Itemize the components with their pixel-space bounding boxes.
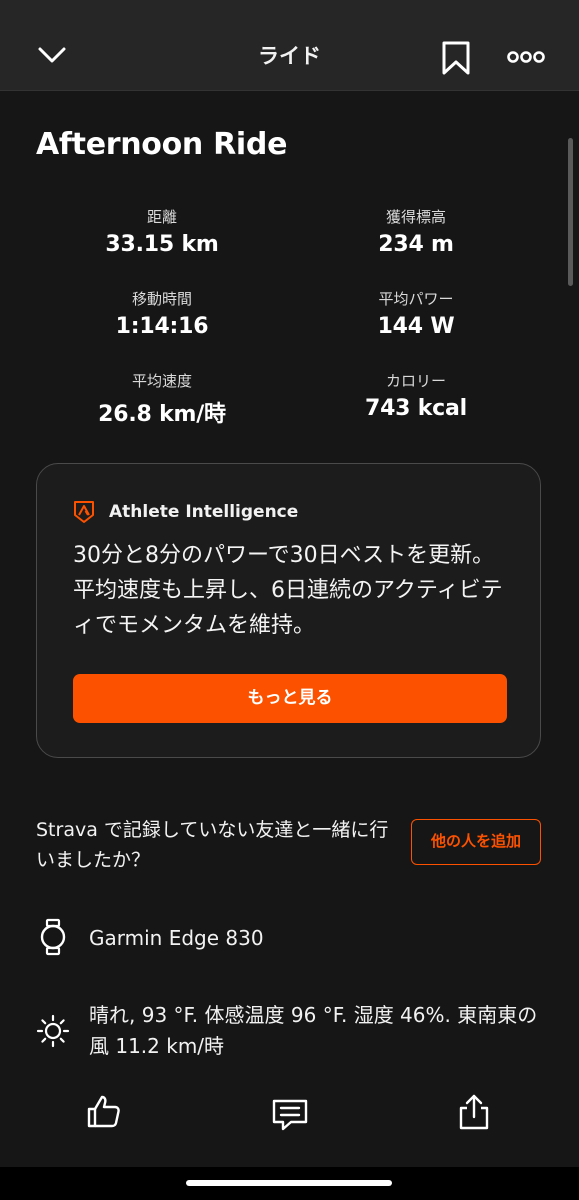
watch-icon <box>40 918 66 956</box>
stat-distance: 距離 33.15 km <box>32 206 292 257</box>
stat-label: 獲得標高 <box>385 208 446 226</box>
device-name: Garmin Edge 830 <box>89 926 264 950</box>
stat-value: 26.8 km/時 <box>98 402 226 427</box>
stat-label: 距離 <box>146 208 177 226</box>
home-indicator <box>0 1167 579 1200</box>
stat-avg-power: 平均パワー 144 W <box>286 288 546 339</box>
page-title: ライド <box>258 44 321 68</box>
stat-value: 33.15 km <box>105 232 219 257</box>
add-others-button[interactable]: 他の人を追加 <box>411 819 541 865</box>
stat-label: 移動時間 <box>131 290 192 308</box>
athlete-intelligence-card: Athlete Intelligence 30分と8分のパワーで30日ベストを更… <box>36 463 541 758</box>
activity-title: Afternoon Ride <box>36 127 288 162</box>
home-indicator-pill[interactable] <box>186 1180 392 1186</box>
athlete-intelligence-summary: 30分と8分のパワーで30日ベストを更新。平均速度も上昇し、6日連続のアクティビ… <box>73 543 503 638</box>
comment-icon[interactable] <box>271 1097 309 1133</box>
device-row: Garmin Edge 830 <box>36 918 536 958</box>
top-bar: ライド <box>0 0 579 91</box>
stat-label: カロリー <box>385 372 446 390</box>
share-icon[interactable] <box>457 1093 491 1131</box>
stat-value: 743 kcal <box>364 396 468 421</box>
stat-elevation: 獲得標高 234 m <box>286 206 546 257</box>
see-more-button[interactable]: もっと見る <box>73 674 507 723</box>
stat-value: 234 m <box>378 232 454 257</box>
scrollbar[interactable] <box>568 138 573 286</box>
stat-value: 144 W <box>377 314 455 339</box>
more-horizontal-icon[interactable] <box>507 49 545 65</box>
bookmark-icon[interactable] <box>441 40 471 76</box>
weather-text: 晴れ, 93 °F. 体感温度 96 °F. 湿度 46%. 東南東の風 11.… <box>89 1003 538 1058</box>
stat-calories: カロリー 743 kcal <box>286 370 546 421</box>
stat-avg-speed: 平均速度 26.8 km/時 <box>32 370 292 428</box>
athlete-intelligence-icon <box>74 501 94 523</box>
athlete-intelligence-label: Athlete Intelligence <box>109 502 299 522</box>
stat-value: 1:14:16 <box>115 314 209 339</box>
thumbs-up-icon[interactable] <box>86 1094 122 1130</box>
stat-label: 平均パワー <box>378 290 454 308</box>
friends-question: Strava で記録していない友達と一緒に行いましたか？ <box>36 819 389 871</box>
sun-icon <box>36 1014 70 1048</box>
stat-moving-time: 移動時間 1:14:16 <box>32 288 292 339</box>
stat-label: 平均速度 <box>131 372 192 390</box>
